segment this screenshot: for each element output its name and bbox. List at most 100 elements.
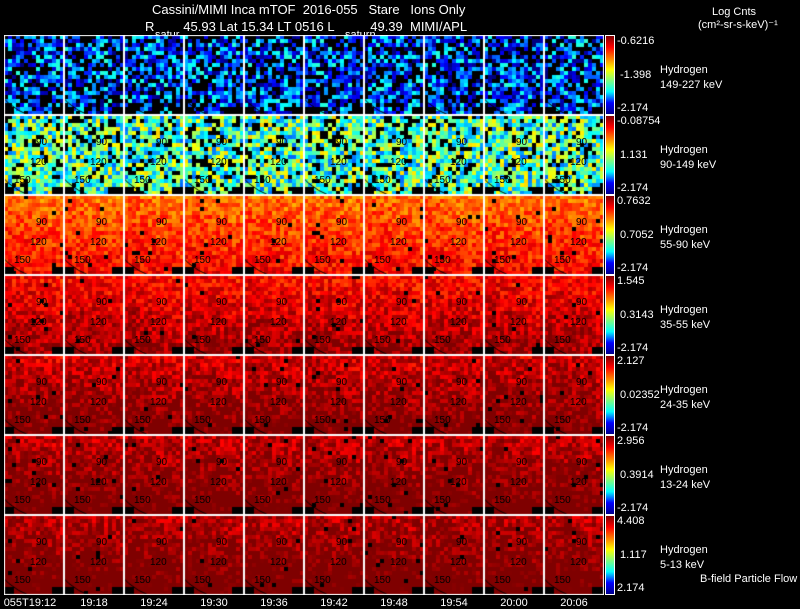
colorbar-mid-label: 1.131: [620, 149, 648, 161]
contour-label: 120: [570, 477, 587, 488]
row-species-label: Hydrogen: [660, 304, 708, 316]
image-panel: [364, 195, 424, 275]
contour-label: 120: [270, 397, 287, 408]
contour-label: 150: [14, 175, 31, 186]
contour-label: 150: [494, 255, 511, 266]
colorbar-max-label: 1.545: [617, 275, 645, 287]
colorbar-mid-label: 0.3143: [620, 309, 654, 321]
time-label: 19:42: [320, 597, 348, 609]
contour-label: 90: [96, 377, 108, 388]
image-panel: [4, 115, 64, 195]
contour-label: 150: [374, 415, 391, 426]
contour-label: 90: [336, 137, 348, 148]
contour-label: 90: [36, 537, 48, 548]
contour-label: 90: [576, 297, 588, 308]
contour-label: 150: [134, 415, 151, 426]
units-label: (cm²-sr-s-keV)⁻¹: [698, 19, 778, 31]
contour-label: 120: [510, 397, 527, 408]
contour-label: 90: [276, 217, 288, 228]
row-species-label: Hydrogen: [660, 464, 708, 476]
contour-label: 150: [134, 495, 151, 506]
contour-label: 90: [96, 457, 108, 468]
image-panel: [304, 435, 364, 515]
contour-label: 120: [270, 477, 287, 488]
time-label: 19:24: [140, 597, 168, 609]
colorbar-min-label: 2.174: [617, 582, 645, 594]
contour-label: 90: [216, 297, 228, 308]
contour-label: 120: [450, 157, 467, 168]
time-label: 20:00: [500, 597, 528, 609]
contour-label: 150: [314, 575, 331, 586]
contour-label: 90: [36, 377, 48, 388]
contour-label: 90: [456, 137, 468, 148]
contour-label: 150: [434, 415, 451, 426]
contour-label: 120: [390, 317, 407, 328]
image-panel: [64, 115, 124, 195]
colorbar: [605, 275, 615, 355]
image-panel: [64, 435, 124, 515]
contour-label: 90: [156, 457, 168, 468]
image-panel: [244, 515, 304, 595]
contour-label: 150: [134, 175, 151, 186]
image-panel: [544, 515, 604, 595]
image-panel: [4, 195, 64, 275]
image-panel: [124, 35, 184, 115]
contour-label: 150: [74, 495, 91, 506]
time-label: 19:54: [440, 597, 468, 609]
image-panel: [4, 515, 64, 595]
colorbar-max-label: -0.08754: [617, 115, 661, 127]
contour-label: 120: [210, 557, 227, 568]
contour-label: 90: [276, 377, 288, 388]
image-panel: [4, 275, 64, 355]
colorbar-mid-label: 1.117: [620, 549, 647, 561]
contour-label: 90: [156, 537, 168, 548]
contour-label: 150: [254, 495, 271, 506]
contour-label: 120: [330, 397, 347, 408]
row-species-label: Hydrogen: [660, 64, 708, 76]
colorbar-min-label: -2.174: [617, 422, 649, 434]
image-panel: [184, 515, 244, 595]
contour-label: 90: [456, 297, 468, 308]
contour-label: 90: [216, 457, 228, 468]
contour-label: 150: [374, 175, 391, 186]
colorbar-max-label: 2.956: [617, 435, 645, 447]
contour-label: 120: [150, 237, 167, 248]
contour-label: 90: [156, 217, 168, 228]
image-panel: [64, 35, 124, 115]
contour-label: 120: [450, 557, 467, 568]
contour-label: 120: [90, 477, 107, 488]
colorbar: [605, 435, 615, 515]
contour-label: 150: [314, 415, 331, 426]
contour-label: 90: [216, 377, 228, 388]
contour-label: 120: [90, 397, 107, 408]
contour-label: 90: [576, 457, 588, 468]
image-panel: [364, 435, 424, 515]
contour-label: 120: [390, 477, 407, 488]
contour-label: 150: [434, 175, 451, 186]
time-label: 20:06: [560, 597, 588, 609]
contour-label: 120: [210, 397, 227, 408]
image-panel: [184, 115, 244, 195]
contour-label: 150: [194, 575, 211, 586]
contour-label: 90: [156, 137, 168, 148]
time-label: 19:18: [80, 597, 108, 609]
contour-label: 120: [150, 157, 167, 168]
contour-label: 120: [90, 237, 107, 248]
contour-label: 120: [150, 317, 167, 328]
contour-label: 120: [510, 237, 527, 248]
image-panel: [544, 435, 604, 515]
image-panel: [304, 35, 364, 115]
contour-label: 150: [14, 415, 31, 426]
contour-label: 90: [456, 377, 468, 388]
contour-label: 120: [210, 237, 227, 248]
image-panel: [484, 195, 544, 275]
row-energy-label: 24-35 keV: [660, 399, 711, 411]
contour-label: 90: [516, 137, 528, 148]
contour-label: 150: [374, 575, 391, 586]
contour-label: 90: [96, 297, 108, 308]
image-panel: [184, 355, 244, 435]
image-panel: [124, 515, 184, 595]
contour-label: 90: [276, 537, 288, 548]
contour-label: 150: [254, 175, 271, 186]
contour-label: 120: [390, 157, 407, 168]
